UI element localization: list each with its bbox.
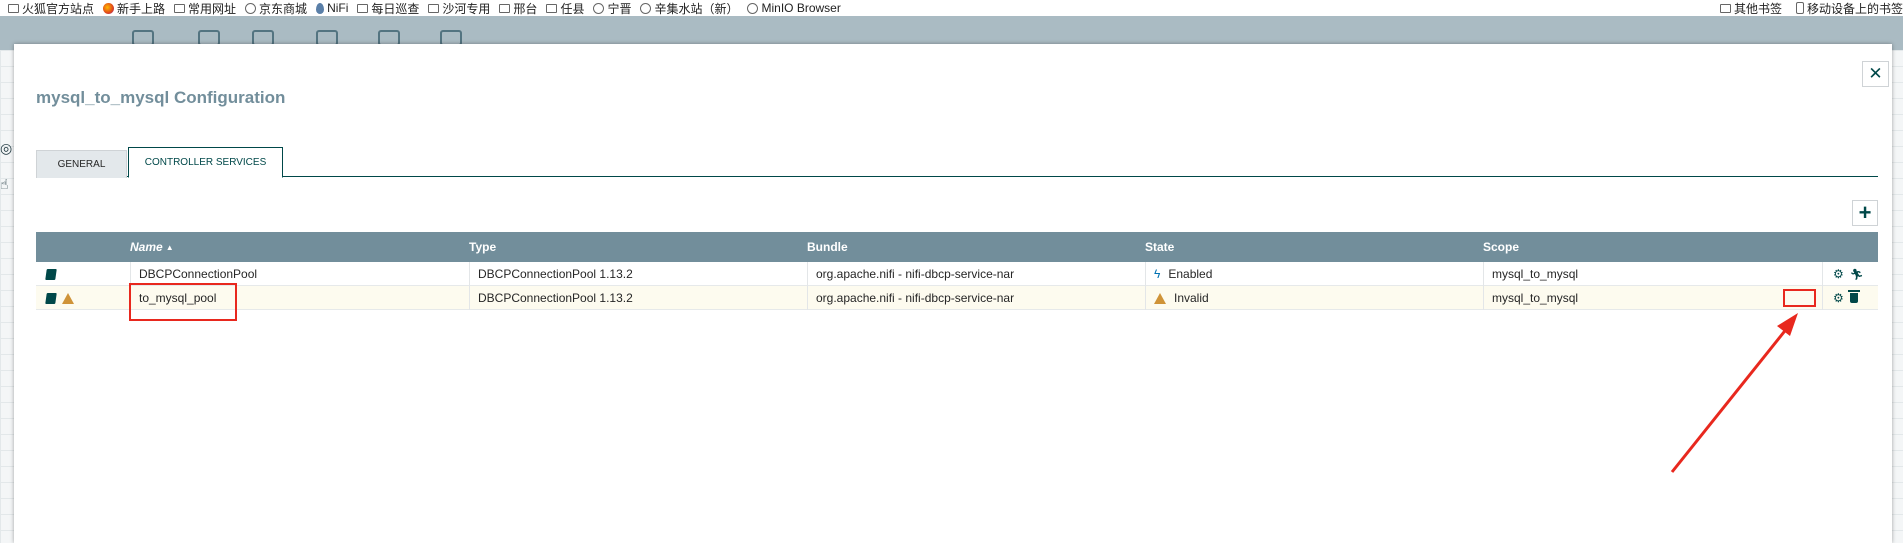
bookmark-mobile[interactable]: 移动设备上的书签 [1795,0,1903,16]
folder-icon [8,3,19,13]
folder-icon [357,3,369,13]
tab-bar: GENERAL CONTROLLER SERVICES [36,147,1878,178]
column-header-scope[interactable]: Scope [1483,232,1519,262]
bookmark-item[interactable]: 火狐官方站点 [8,0,94,16]
trash-icon[interactable] [1847,290,1860,303]
annotation-box-name [129,283,237,321]
bookmark-item[interactable]: 任县 [546,0,584,16]
bookmark-item[interactable]: 邢台 [499,0,537,16]
row-icons [36,262,130,286]
cell-type: DBCPConnectionPool 1.13.2 [469,286,807,310]
column-header-bundle[interactable]: Bundle [807,232,848,262]
tab-general[interactable]: GENERAL [36,150,127,178]
warning-icon[interactable] [62,292,74,304]
add-controller-service-button[interactable]: + [1852,200,1878,226]
bookmark-item[interactable]: 新手上路 [103,0,165,16]
cell-bundle: org.apache.nifi - nifi-dbcp-service-nar [807,262,1145,286]
bookmark-item[interactable]: 京东商城 [245,0,307,16]
folder-icon [1719,3,1731,13]
globe-icon [245,2,257,14]
bookmark-item[interactable]: 宁晋 [593,0,631,16]
gear-icon[interactable]: ⚙ [1833,291,1844,305]
cell-state: ϟ Enabled [1145,262,1483,286]
cell-type: DBCPConnectionPool 1.13.2 [469,262,807,286]
cell-scope: mysql_to_mysql [1483,286,1822,310]
table-row[interactable]: to_mysql_pool DBCPConnectionPool 1.13.2 … [36,286,1878,310]
sort-ascending-icon: ▲ [165,242,174,252]
table-row[interactable]: DBCPConnectionPool DBCPConnectionPool 1.… [36,262,1878,286]
bookmark-item[interactable]: 常用网址 [174,0,236,16]
bookmark-item[interactable]: MinIO Browser [747,1,841,15]
usage-docs-icon[interactable] [45,268,57,280]
column-header-name[interactable]: Name ▲ [130,232,174,262]
globe-icon [593,2,605,14]
column-header-type[interactable]: Type [469,232,496,262]
close-button[interactable]: ✕ [1862,61,1889,87]
invalid-warning-icon [1154,292,1166,304]
tab-controller-services[interactable]: CONTROLLER SERVICES [128,147,283,178]
bookmarks-right: 其他书签 移动设备上的书签 [1705,0,1903,16]
bookmark-item[interactable]: 辛集水站（新） [640,0,738,16]
bookmark-item[interactable]: 沙河专用 [428,0,490,16]
controller-services-table: Name ▲ Type Bundle State Scope DBCPConnec… [36,232,1878,310]
phone-icon [1795,2,1804,14]
row-icons [36,286,130,310]
folder-icon [428,3,440,13]
globe-icon [640,2,652,14]
lightning-bolt-icon: ϟ [1154,267,1161,281]
usage-docs-icon[interactable] [45,292,57,304]
disable-runner-icon[interactable]: 🏃︎ [1850,268,1864,281]
state-label: Invalid [1174,291,1209,305]
bookmark-item[interactable]: 每日巡查 [357,0,419,16]
cell-state: Invalid [1145,286,1483,310]
bookmarks-bar: 火狐官方站点 新手上路 常用网址 京东商城 NiFi 每日巡查 沙河专用 邢台 … [0,0,1903,16]
globe-icon [747,2,759,14]
folder-icon [546,3,558,13]
nifi-drop-icon [316,2,325,14]
row-actions: ⚙ [1822,286,1878,310]
configuration-dialog: mysql_to_mysql Configuration ✕ GENERAL C… [14,44,1892,543]
folder-icon [174,3,186,13]
cell-scope: mysql_to_mysql [1483,262,1822,286]
gear-icon[interactable]: ⚙ [1833,267,1844,281]
table-header: Name ▲ Type Bundle State Scope [36,232,1878,262]
cell-bundle: org.apache.nifi - nifi-dbcp-service-nar [807,286,1145,310]
bookmark-other[interactable]: 其他书签 [1719,0,1782,16]
row-actions: ⚙ 🏃︎ [1822,262,1878,286]
firefox-icon [103,2,115,14]
column-header-state[interactable]: State [1145,232,1174,262]
bookmark-item[interactable]: NiFi [316,1,348,15]
state-label: Enabled [1168,267,1213,281]
dialog-title: mysql_to_mysql Configuration [36,88,286,107]
folder-icon [499,3,511,13]
annotation-box-gear [1783,289,1816,307]
